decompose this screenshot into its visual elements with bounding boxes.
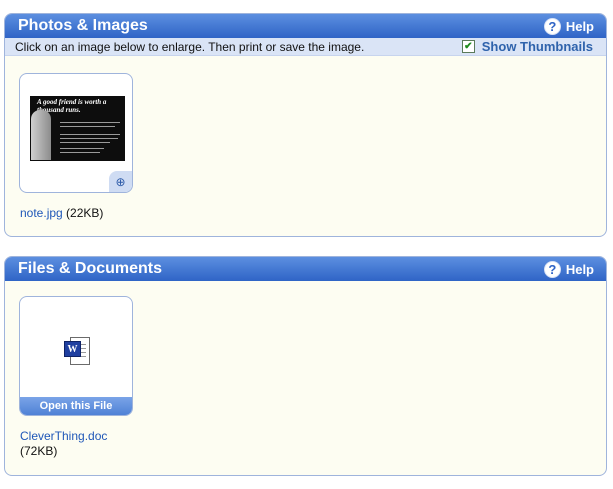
files-panel-header: Files & Documents ? Help: [5, 257, 606, 281]
files-help-label: Help: [565, 261, 594, 277]
photos-panel-header: Photos & Images ? Help: [5, 14, 606, 38]
document-file-link[interactable]: CleverThing.doc: [20, 429, 107, 443]
thumbnail-text-line: [60, 122, 120, 123]
thumbnail-person-figure: [31, 110, 51, 160]
image-thumbnail-tile[interactable]: A good friend is worth a thousand runs. …: [19, 73, 133, 193]
photos-help-button[interactable]: ? Help: [543, 17, 594, 35]
photos-panel-title: Photos & Images: [18, 17, 148, 34]
files-panel: Files & Documents ? Help W Open this Fil…: [4, 256, 607, 476]
files-panel-title: Files & Documents: [18, 260, 163, 277]
thumbnail-text-line: [60, 138, 118, 139]
document-file-info: CleverThing.doc (72KB): [20, 429, 107, 459]
photos-instruction-bar: Click on an image below to enlarge. Then…: [5, 38, 606, 56]
show-thumbnails-label: Show Thumbnails: [481, 39, 593, 54]
image-file-link[interactable]: note.jpg: [20, 206, 63, 220]
document-file-size: (72KB): [20, 444, 58, 458]
thumbnail-text-line: [60, 126, 115, 127]
photos-panel: Photos & Images ? Help Click on an image…: [4, 13, 607, 237]
thumbnail-text-line: [60, 148, 104, 149]
word-logo-letter: W: [64, 341, 81, 357]
thumbnail-text-line: [60, 134, 120, 135]
image-file-info: note.jpg (22KB): [20, 206, 103, 221]
photos-help-label: Help: [565, 18, 594, 34]
image-file-size: (22KB): [66, 206, 104, 220]
image-thumbnail-headline: A good friend is worth a thousand runs.: [37, 98, 107, 114]
image-thumbnail[interactable]: A good friend is worth a thousand runs.: [30, 96, 125, 161]
document-tile[interactable]: W Open this File: [19, 296, 133, 416]
thumbnail-text-line: [60, 142, 110, 143]
show-thumbnails-checkbox[interactable]: ✔: [461, 40, 475, 53]
question-icon: ?: [543, 260, 561, 278]
thumbnail-text-line: [60, 152, 100, 153]
zoom-icon[interactable]: ⊕: [109, 171, 132, 192]
files-help-button[interactable]: ? Help: [543, 260, 594, 278]
photos-instruction-text: Click on an image below to enlarge. Then…: [15, 39, 365, 54]
word-document-icon: W: [64, 337, 90, 365]
open-file-button[interactable]: Open this File: [20, 397, 132, 415]
show-thumbnails-toggle[interactable]: ✔ Show Thumbnails: [461, 39, 593, 54]
question-icon: ?: [543, 17, 561, 35]
